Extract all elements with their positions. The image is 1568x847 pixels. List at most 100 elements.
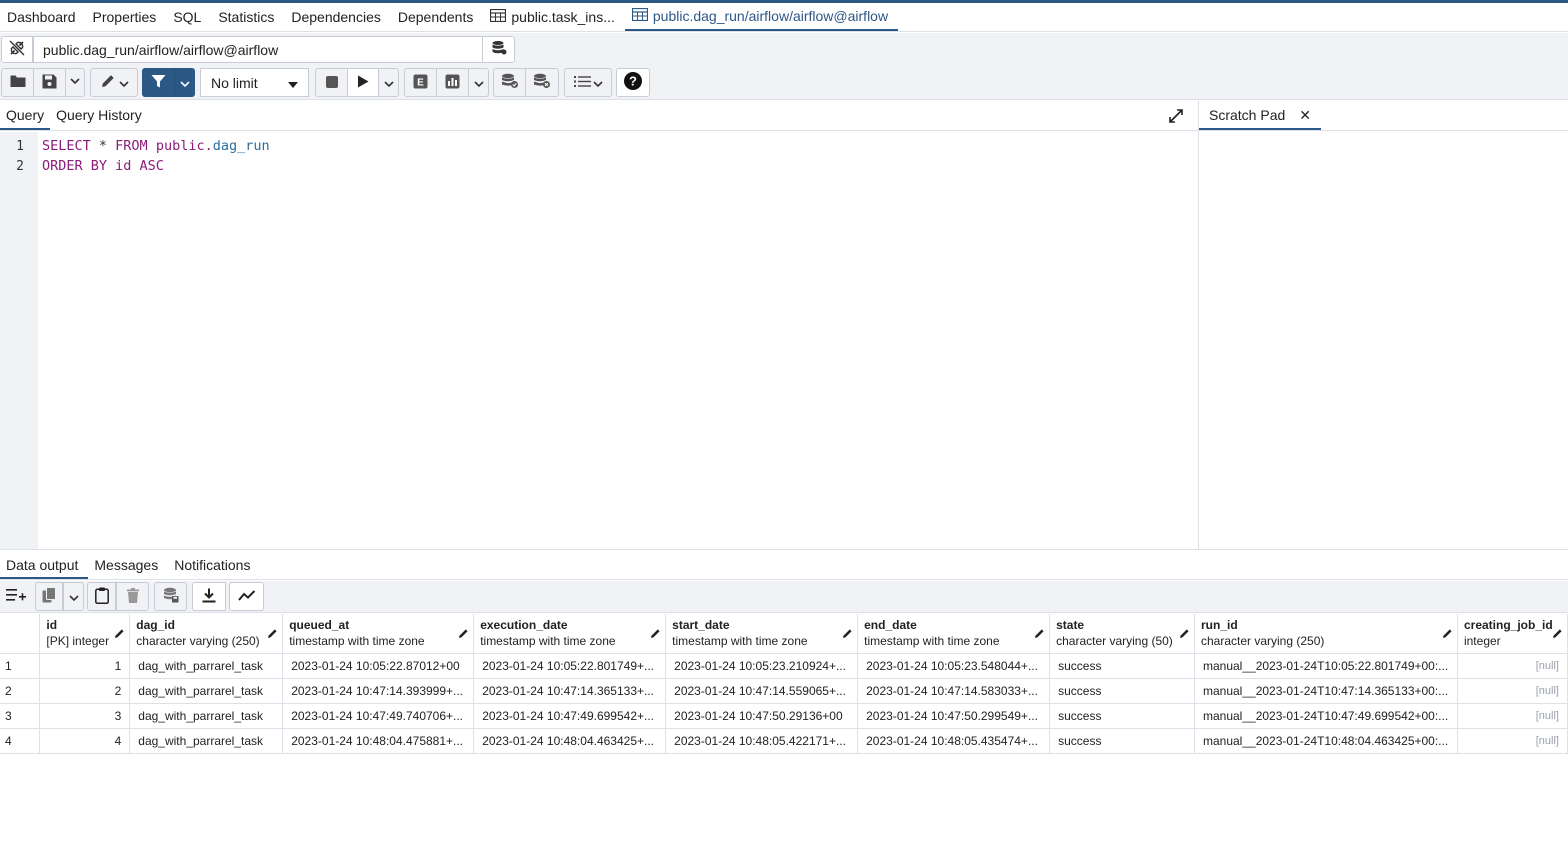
cell-end-date[interactable]: 2023-01-24 10:05:23.548044+... (857, 653, 1051, 679)
cell-dag-id[interactable]: dag_with_parrarel_task (129, 678, 284, 704)
tab-properties[interactable]: Properties (86, 3, 167, 31)
cell-id[interactable]: 1 (39, 653, 131, 679)
cell-run-id[interactable]: manual__2023-01-24T10:05:22.801749+00:..… (1194, 653, 1458, 679)
open-file-button[interactable] (1, 68, 34, 97)
cell-run-id[interactable]: manual__2023-01-24T10:47:49.699542+00:..… (1194, 703, 1458, 729)
stop-query-button[interactable] (315, 68, 348, 97)
help-button[interactable]: ? (616, 68, 650, 97)
tab-notifications[interactable]: Notifications (168, 550, 260, 579)
pencil-icon[interactable] (458, 628, 469, 642)
pencil-icon[interactable] (842, 628, 853, 642)
graph-visualiser-button[interactable] (229, 582, 264, 611)
cell-state[interactable]: success (1049, 728, 1195, 754)
column-header-queued-at[interactable]: queued_at timestamp with time zone (282, 614, 475, 654)
cell-start-date[interactable]: 2023-01-24 10:47:50.29136+00 (665, 703, 859, 729)
cell-queued-at[interactable]: 2023-01-24 10:05:22.87012+00 (282, 653, 475, 679)
row-number[interactable]: 1 (0, 653, 41, 679)
cell-run-id[interactable]: manual__2023-01-24T10:47:14.365133+00:..… (1194, 678, 1458, 704)
save-options-dropdown[interactable] (65, 68, 85, 97)
explain-button[interactable]: E (404, 68, 437, 97)
rollback-button[interactable] (525, 68, 559, 97)
tab-scratch-pad[interactable]: Scratch Pad ✕ (1199, 101, 1321, 130)
delete-row-button[interactable] (116, 582, 149, 611)
pencil-icon[interactable] (267, 628, 278, 642)
save-data-button[interactable] (154, 582, 187, 611)
pencil-icon[interactable] (650, 628, 661, 642)
column-header-run-id[interactable]: run_id character varying (250) (1194, 614, 1458, 654)
cell-start-date[interactable]: 2023-01-24 10:47:14.559065+... (665, 678, 859, 704)
cell-queued-at[interactable]: 2023-01-24 10:47:14.393999+... (282, 678, 475, 704)
tab-query[interactable]: Query (0, 101, 51, 130)
table-row[interactable]: 4 4 dag_with_parrarel_task 2023-01-24 10… (0, 728, 1568, 754)
tab-data-output[interactable]: Data output (0, 550, 89, 579)
tab-statistics[interactable]: Statistics (211, 3, 284, 31)
pencil-icon[interactable] (114, 628, 125, 642)
filter-button[interactable] (142, 68, 175, 97)
explain-analyze-button[interactable] (436, 68, 469, 97)
new-connection-button[interactable] (482, 36, 515, 63)
cell-execution-date[interactable]: 2023-01-24 10:47:14.365133+... (473, 678, 667, 704)
commit-button[interactable] (493, 68, 526, 97)
tab-dashboard[interactable]: Dashboard (0, 3, 86, 31)
cell-state[interactable]: success (1049, 653, 1195, 679)
execute-options-dropdown[interactable] (378, 68, 399, 97)
edit-options-dropdown[interactable] (90, 68, 138, 97)
tab-dag-run-query[interactable]: public.dag_run/airflow/airflow@airflow (624, 3, 899, 31)
cell-dag-id[interactable]: dag_with_parrarel_task (129, 728, 284, 754)
cell-creating-job-id[interactable]: [null] (1457, 678, 1568, 704)
tab-dependencies[interactable]: Dependencies (284, 3, 391, 31)
explain-options-dropdown[interactable] (468, 68, 489, 97)
copy-options-dropdown[interactable] (63, 582, 84, 611)
column-header-state[interactable]: state character varying (50) (1049, 614, 1195, 654)
cell-execution-date[interactable]: 2023-01-24 10:05:22.801749+... (473, 653, 667, 679)
table-row[interactable]: 1 1 dag_with_parrarel_task 2023-01-24 10… (0, 653, 1568, 679)
connection-select[interactable]: public.dag_run/airflow/airflow@airflow (33, 36, 483, 63)
cell-creating-job-id[interactable]: [null] (1457, 653, 1568, 679)
save-file-button[interactable] (33, 68, 66, 97)
cell-start-date[interactable]: 2023-01-24 10:05:23.210924+... (665, 653, 859, 679)
tab-task-instance[interactable]: public.task_ins... (483, 3, 625, 31)
paste-button[interactable] (87, 582, 116, 611)
add-row-button[interactable] (1, 582, 30, 611)
column-header-creating-job-id[interactable]: creating_job_id integer (1457, 614, 1568, 654)
cell-end-date[interactable]: 2023-01-24 10:48:05.435474+... (857, 728, 1051, 754)
cell-dag-id[interactable]: dag_with_parrarel_task (129, 703, 284, 729)
cell-run-id[interactable]: manual__2023-01-24T10:48:04.463425+00:..… (1194, 728, 1458, 754)
cell-creating-job-id[interactable]: [null] (1457, 703, 1568, 729)
cell-queued-at[interactable]: 2023-01-24 10:48:04.475881+... (282, 728, 475, 754)
column-header-dag-id[interactable]: dag_id character varying (250) (129, 614, 284, 654)
cell-dag-id[interactable]: dag_with_parrarel_task (129, 653, 284, 679)
download-button[interactable] (192, 582, 226, 611)
column-header-start-date[interactable]: start_date timestamp with time zone (665, 614, 859, 654)
row-limit-select[interactable]: No limit (200, 68, 309, 97)
cell-end-date[interactable]: 2023-01-24 10:47:50.299549+... (857, 703, 1051, 729)
cell-queued-at[interactable]: 2023-01-24 10:47:49.740706+... (282, 703, 475, 729)
tab-dependents[interactable]: Dependents (391, 3, 484, 31)
table-row[interactable]: 2 2 dag_with_parrarel_task 2023-01-24 10… (0, 678, 1568, 704)
pencil-icon[interactable] (1179, 628, 1190, 642)
pencil-icon[interactable] (1442, 628, 1453, 642)
row-number-header[interactable] (0, 614, 41, 654)
cell-state[interactable]: success (1049, 703, 1195, 729)
cell-id[interactable]: 4 (39, 728, 131, 754)
cell-execution-date[interactable]: 2023-01-24 10:47:49.699542+... (473, 703, 667, 729)
row-number[interactable]: 2 (0, 678, 41, 704)
macros-dropdown[interactable] (564, 68, 612, 97)
tab-query-history[interactable]: Query History (50, 101, 148, 130)
tab-messages[interactable]: Messages (88, 550, 168, 579)
pencil-icon[interactable] (1552, 628, 1563, 642)
table-row[interactable]: 3 3 dag_with_parrarel_task 2023-01-24 10… (0, 703, 1568, 729)
maximize-editor-button[interactable] (1166, 107, 1186, 127)
sql-editor[interactable]: 1 2 SELECT * FROM public.dag_run ORDER B… (0, 132, 1198, 549)
row-number[interactable]: 4 (0, 728, 41, 754)
cell-id[interactable]: 2 (39, 678, 131, 704)
column-header-id[interactable]: id [PK] integer (39, 614, 131, 654)
cell-end-date[interactable]: 2023-01-24 10:47:14.583033+... (857, 678, 1051, 704)
cell-execution-date[interactable]: 2023-01-24 10:48:04.463425+... (473, 728, 667, 754)
close-icon[interactable]: ✕ (1299, 107, 1311, 124)
row-number[interactable]: 3 (0, 703, 41, 729)
cell-start-date[interactable]: 2023-01-24 10:48:05.422171+... (665, 728, 859, 754)
column-header-end-date[interactable]: end_date timestamp with time zone (857, 614, 1051, 654)
connection-status-button[interactable] (1, 36, 33, 63)
filter-options-dropdown[interactable] (174, 68, 195, 97)
